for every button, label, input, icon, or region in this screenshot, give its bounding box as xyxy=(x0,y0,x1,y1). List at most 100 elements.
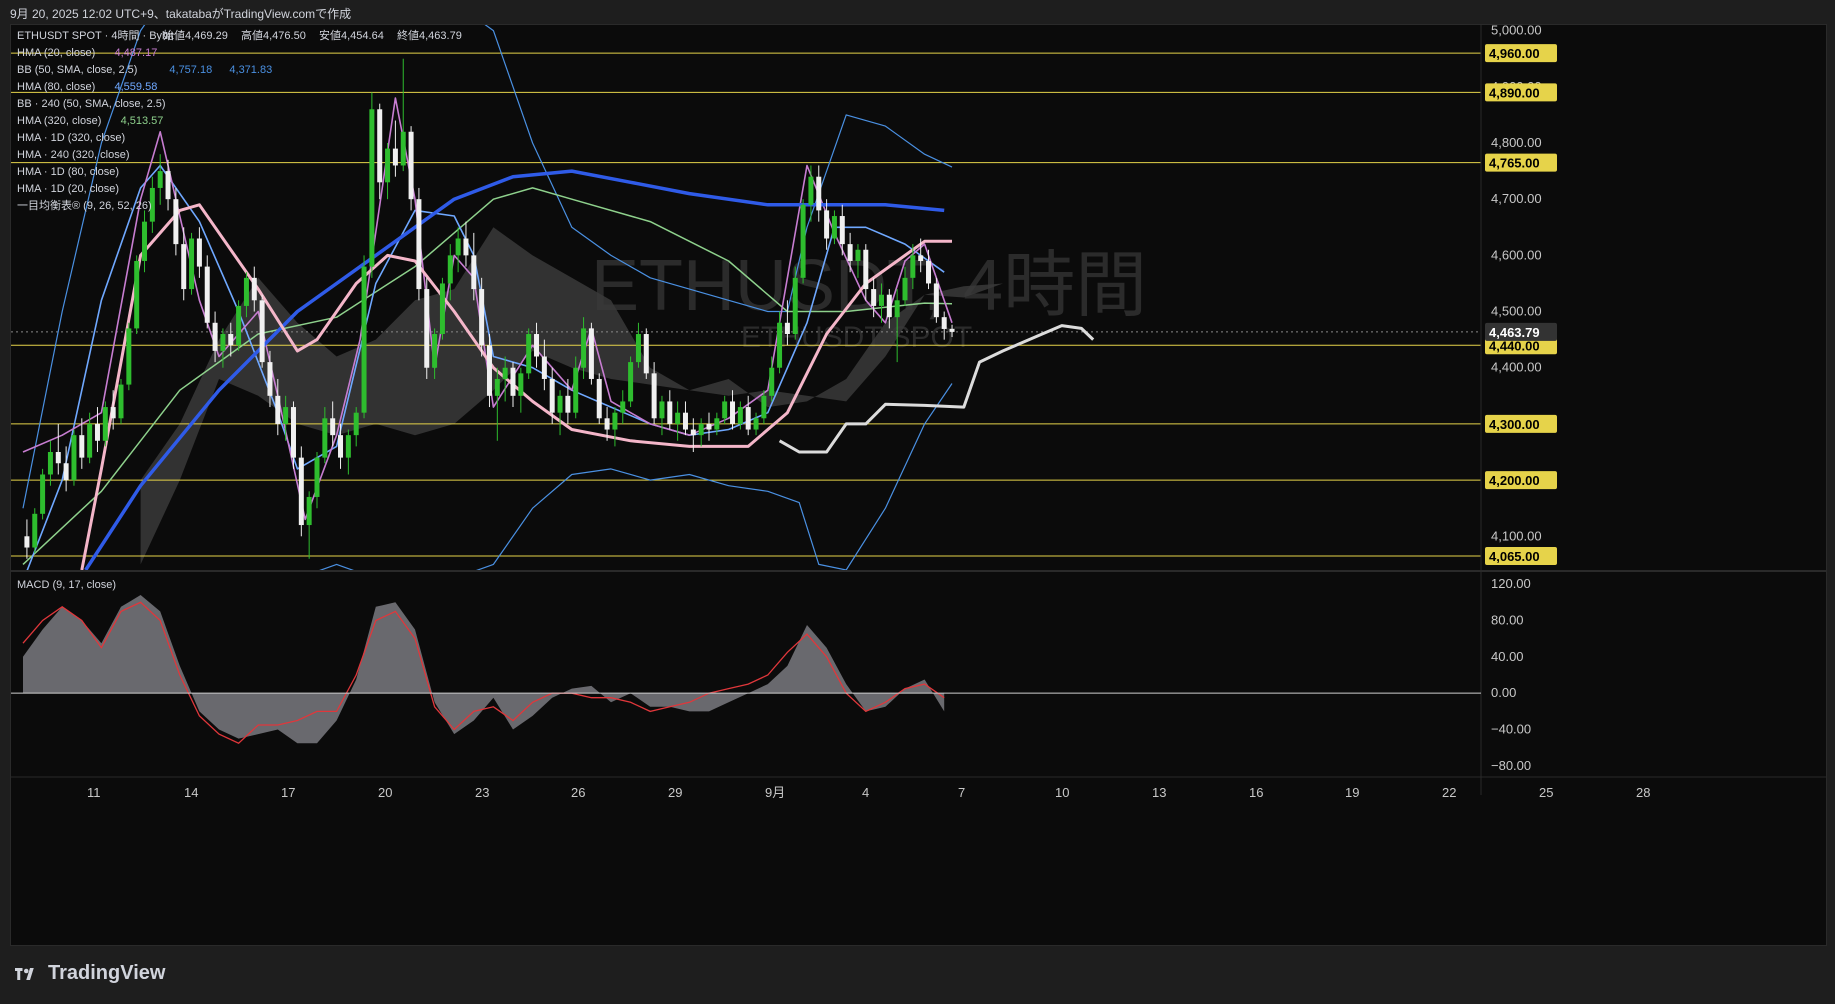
candle-body xyxy=(236,305,242,346)
time-tick-label: 7 xyxy=(958,785,965,800)
candle-body xyxy=(878,294,884,306)
candle-body xyxy=(432,334,438,368)
candle-body xyxy=(894,300,900,318)
candle-body xyxy=(573,367,579,413)
candle-body xyxy=(941,317,947,329)
time-tick-label: 28 xyxy=(1636,785,1650,800)
candle-body xyxy=(259,300,265,363)
candle-body xyxy=(596,378,602,419)
time-tick-label: 13 xyxy=(1152,785,1166,800)
price-tick-label: 4,700.00 xyxy=(1491,191,1542,206)
time-tick-label: 11 xyxy=(87,785,101,800)
candle-body xyxy=(494,378,500,396)
candle-body xyxy=(549,378,555,413)
candle-body xyxy=(408,131,414,200)
candle-body xyxy=(298,457,304,526)
candle-body xyxy=(251,277,257,301)
candle-body xyxy=(777,322,783,368)
candle-body xyxy=(565,395,571,413)
legend-ohlc: 安値4,454.64 xyxy=(319,28,384,42)
candle-body xyxy=(808,176,814,205)
candle-body xyxy=(659,401,665,419)
candle-body xyxy=(314,457,320,497)
candle-body xyxy=(518,373,524,396)
price-level-tag-label: 4,300.00 xyxy=(1489,417,1540,432)
candle-body xyxy=(831,216,837,239)
time-tick-label: 22 xyxy=(1442,785,1456,800)
price-tick-label: 4,500.00 xyxy=(1491,304,1542,319)
candle-body xyxy=(557,395,563,413)
candle-body xyxy=(910,255,916,278)
candle-body xyxy=(275,395,281,424)
candle-body xyxy=(737,407,743,424)
candle-body xyxy=(385,148,391,183)
candle-body xyxy=(855,249,861,261)
last-price-label: 4,463.79 xyxy=(1489,325,1540,340)
candle-body xyxy=(824,210,830,239)
candle-body xyxy=(800,204,806,278)
candle-body xyxy=(40,474,46,514)
candle-body xyxy=(714,418,720,430)
candle-body xyxy=(463,238,469,256)
macd-tick-label: 120.00 xyxy=(1491,576,1531,591)
candle-body xyxy=(126,328,132,385)
time-tick-label: 19 xyxy=(1345,785,1359,800)
time-tick-label: 26 xyxy=(571,785,585,800)
legend-ohlc: 終値4,463.79 xyxy=(397,28,462,42)
candle-body xyxy=(424,289,430,368)
chart-area[interactable]: ETHUSDT, 4時間 ETHUSDT SPOT MACD (9, 17, clo… xyxy=(10,24,1827,946)
candle-body xyxy=(816,176,822,211)
candle-body xyxy=(784,322,790,335)
candle-body xyxy=(290,407,296,458)
legend-indicator: HMA · 240 (320, close) xyxy=(17,149,130,161)
candle-body xyxy=(667,401,673,424)
legend-indicator: HMA · 1D (320, close) xyxy=(17,132,125,144)
time-tick-label: 25 xyxy=(1539,785,1553,800)
candle-body xyxy=(322,418,328,458)
candle-body xyxy=(690,429,696,436)
legend-indicator-value: 4,559.58 xyxy=(115,81,158,93)
candle-body xyxy=(220,334,226,351)
candle-body xyxy=(416,199,422,290)
price-level-tag-label: 4,960.00 xyxy=(1489,46,1540,61)
legend-indicator: 一目均衡表® (9, 26, 52, 26) xyxy=(17,198,152,212)
footer: TradingView xyxy=(12,962,165,985)
chart-svg[interactable]: ETHUSDT, 4時間ETHUSDT SPOTMACD (9, 17, clo… xyxy=(11,25,1826,945)
tradingview-brand[interactable]: TradingView xyxy=(48,962,165,985)
candle-body xyxy=(635,334,641,363)
candle-body xyxy=(361,266,367,413)
candle-body xyxy=(267,362,273,396)
candle-body xyxy=(863,249,869,290)
candle-body xyxy=(847,244,853,261)
candle-body xyxy=(510,367,516,396)
candle-body xyxy=(526,334,532,374)
macd-histogram xyxy=(23,595,945,744)
price-level-tag-label: 4,065.00 xyxy=(1489,549,1540,564)
candle-body xyxy=(306,496,312,526)
candle-body xyxy=(283,407,289,424)
candle-body xyxy=(675,412,681,424)
candle-body xyxy=(102,407,108,441)
price-tick-label: 4,800.00 xyxy=(1491,135,1542,150)
candle-body xyxy=(730,401,736,424)
candle-body xyxy=(353,412,359,436)
macd-tick-label: 80.00 xyxy=(1491,612,1524,627)
candle-body xyxy=(157,171,163,188)
candle-body xyxy=(628,362,634,402)
candle-body xyxy=(471,255,477,290)
time-tick-label: 29 xyxy=(668,785,682,800)
candle-body xyxy=(486,345,492,396)
time-tick-label: 10 xyxy=(1055,785,1069,800)
candle-body xyxy=(142,221,148,261)
legend-indicator-value: 4,487.17 xyxy=(115,47,158,59)
candle-body xyxy=(581,328,587,368)
tradingview-logo-icon[interactable] xyxy=(12,965,42,983)
candle-body xyxy=(71,435,77,481)
legend-ohlc: 始値4,469.29 xyxy=(163,28,228,42)
candle-body xyxy=(377,109,383,183)
candle-body xyxy=(541,356,547,379)
candle-body xyxy=(682,412,688,430)
legend-indicator: HMA (20, close) xyxy=(17,47,95,59)
time-tick-label: 23 xyxy=(475,785,489,800)
candle-body xyxy=(479,289,485,346)
